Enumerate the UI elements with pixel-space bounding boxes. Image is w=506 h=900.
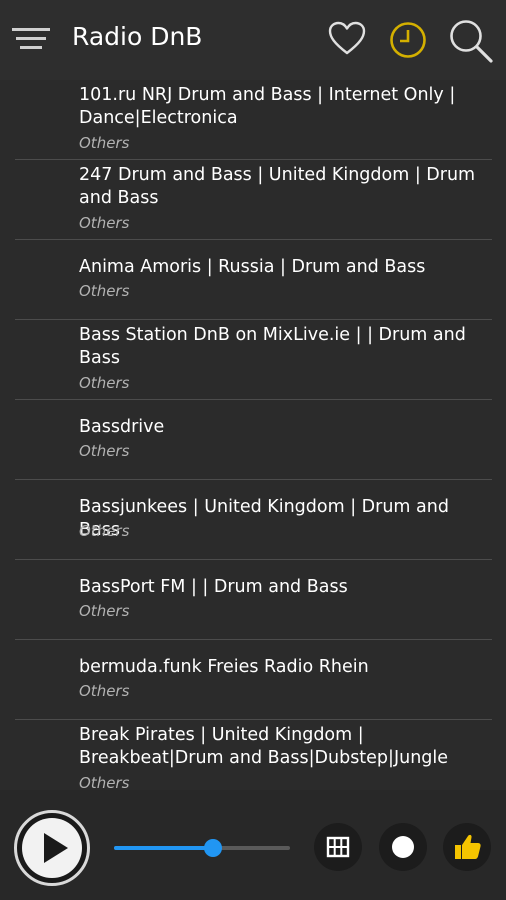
- station-title: Break Pirates | United Kingdom | Breakbe…: [79, 725, 449, 768]
- station-title: BassPort FM | | Drum and Bass: [79, 577, 348, 597]
- volume-slider[interactable]: [114, 839, 290, 857]
- station-title: Bass Station DnB on MixLive.ie | | Drum …: [79, 325, 466, 368]
- record-button[interactable]: [379, 823, 427, 871]
- station-category: Others: [79, 374, 130, 392]
- station-row[interactable]: Bassjunkees | United Kingdom | Drum and …: [15, 480, 492, 560]
- station-row[interactable]: BassPort FM | | Drum and Bass Others: [15, 560, 492, 640]
- app-title: Radio DnB: [72, 22, 203, 51]
- station-title: 247 Drum and Bass | United Kingdom | Dru…: [79, 165, 476, 208]
- station-category: Others: [79, 214, 130, 232]
- station-title: Bassjunkees | United Kingdom | Drum and …: [79, 497, 449, 540]
- station-category: Others: [79, 602, 130, 620]
- station-category: Others: [79, 682, 130, 700]
- station-row[interactable]: Break Pirates | United Kingdom | Breakbe…: [15, 720, 492, 790]
- record-icon: [392, 836, 414, 858]
- station-row[interactable]: 101.ru NRJ Drum and Bass | Internet Only…: [15, 80, 492, 160]
- play-button[interactable]: [14, 810, 90, 886]
- player-bar: [0, 790, 506, 900]
- volume-slider-fill: [114, 846, 213, 850]
- station-list: 101.ru NRJ Drum and Bass | Internet Only…: [0, 80, 506, 790]
- station-category: Others: [79, 442, 130, 460]
- station-row[interactable]: bermuda.funk Freies Radio Rhein Others: [15, 640, 492, 720]
- station-category: Others: [79, 522, 130, 540]
- station-row[interactable]: Bassdrive Others: [15, 400, 492, 480]
- play-button-face: [22, 818, 82, 878]
- grid-icon: [326, 836, 350, 858]
- menu-button[interactable]: [12, 26, 52, 56]
- station-category: Others: [79, 774, 130, 790]
- search-button[interactable]: [448, 18, 494, 64]
- favorites-button[interactable]: [328, 20, 366, 58]
- thumbs-up-icon: [455, 834, 481, 859]
- grid-button[interactable]: [314, 823, 362, 871]
- like-button[interactable]: [443, 823, 491, 871]
- volume-slider-thumb[interactable]: [203, 839, 222, 857]
- station-row[interactable]: Anima Amoris | Russia | Drum and Bass Ot…: [15, 240, 492, 320]
- station-row[interactable]: 247 Drum and Bass | United Kingdom | Dru…: [15, 160, 492, 240]
- station-title: Bassdrive: [79, 417, 165, 437]
- history-button[interactable]: [388, 20, 428, 60]
- menu-icon: [12, 28, 50, 49]
- heart-icon: [328, 21, 366, 55]
- station-row[interactable]: Bass Station DnB on MixLive.ie | | Drum …: [15, 320, 492, 400]
- app-header: Radio DnB: [0, 0, 506, 80]
- station-title: Anima Amoris | Russia | Drum and Bass: [79, 257, 426, 277]
- play-icon: [44, 833, 68, 863]
- station-title: 101.ru NRJ Drum and Bass | Internet Only…: [79, 85, 456, 128]
- search-icon: [450, 20, 493, 63]
- station-category: Others: [79, 282, 130, 300]
- station-category: Others: [79, 134, 130, 152]
- clock-icon: [390, 22, 426, 58]
- station-title: bermuda.funk Freies Radio Rhein: [79, 657, 369, 677]
